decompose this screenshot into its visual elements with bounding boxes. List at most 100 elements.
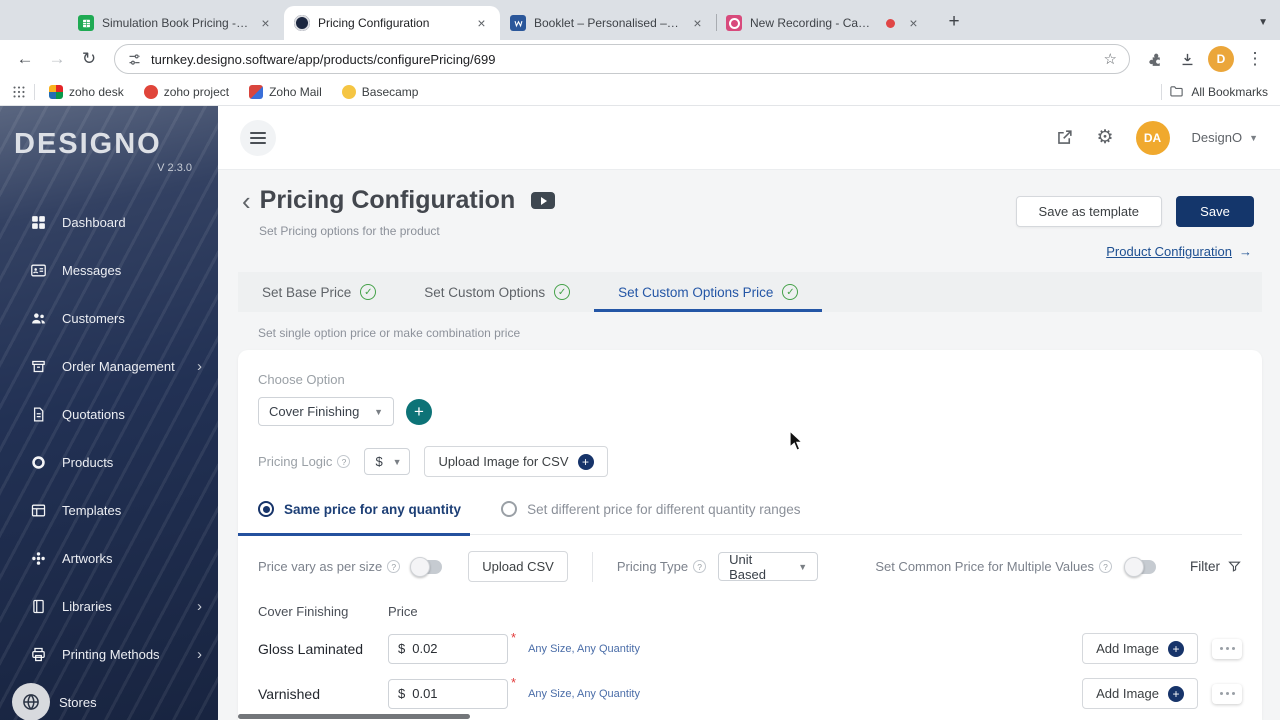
apps-grid-icon[interactable] [12,85,26,99]
add-option-button[interactable]: + [406,399,432,425]
order-management-icon [30,358,47,375]
close-icon[interactable]: × [689,15,706,32]
sidebar-item-label: Products [62,455,113,470]
info-icon[interactable]: ? [337,455,350,468]
info-icon[interactable]: ? [387,560,400,573]
price-input[interactable]: $ [388,634,508,664]
open-in-new-icon[interactable] [1055,128,1074,147]
sidebar-item-printing-methods[interactable]: Printing Methods › [0,630,218,678]
back-button[interactable]: ← [10,44,40,74]
table-row: Gloss Laminated $ * Any Size, Any Quanti… [258,633,1242,664]
currency-prefix: $ [398,641,405,656]
sidebar-item-order-management[interactable]: Order Management › [0,342,218,390]
extensions-icon[interactable] [1140,44,1170,74]
pricing-steps-tabs: Set Base Price ✓ Set Custom Options ✓ Se… [238,272,1262,312]
bookmark-label: zoho desk [69,85,124,99]
sidebar-item-label: Artworks [62,551,113,566]
browser-tab-pricing-configuration[interactable]: Pricing Configuration × [284,6,500,40]
browser-tab-camera[interactable]: New Recording - Camera × [716,6,932,40]
currency-select-value: $ [375,454,382,469]
browser-tab-booklet[interactable]: Booklet – Personalised – Wor × [500,6,716,40]
horizontal-scrollbar-thumb[interactable] [238,714,470,719]
tutorial-video-icon[interactable] [531,192,555,209]
more-options-button[interactable] [1212,684,1242,704]
folder-icon [1169,84,1184,99]
sidebar-item-dashboard[interactable]: Dashboard [0,198,218,246]
common-price-toggle[interactable] [1126,560,1156,574]
chevron-right-icon: › [197,598,202,615]
close-icon[interactable]: × [905,15,922,32]
sidebar-item-templates[interactable]: Templates [0,486,218,534]
workspace-switcher[interactable]: DesignO ▼ [1192,130,1259,145]
sidebar-item-libraries[interactable]: Libraries › [0,582,218,630]
sidebar-item-artworks[interactable]: Artworks [0,534,218,582]
bookmark-zoho-desk[interactable]: zoho desk [43,85,130,99]
app-top-bar: ⚙ DA DesignO ▼ [218,106,1280,170]
currency-select[interactable]: $ ▼ [364,448,410,475]
sidebar: DESIGNO V 2.3.0 Dashboard Messages Custo… [0,106,218,720]
new-tab-button[interactable]: + [940,8,968,36]
bookmark-zoho-mail[interactable]: Zoho Mail [243,85,328,99]
settings-gear-icon[interactable]: ⚙ [1096,128,1113,147]
download-icon[interactable] [1172,44,1202,74]
word-icon [510,15,526,31]
chevron-down-icon[interactable]: ▼ [1258,17,1268,28]
option-select[interactable]: Cover Finishing ▼ [258,397,394,426]
info-icon[interactable]: ? [1099,560,1112,573]
zoho-mail-icon [249,85,263,99]
required-marker: * [511,675,516,690]
price-value-input[interactable] [412,641,498,656]
upload-csv-button[interactable]: Upload CSV [468,551,568,582]
dashboard-icon [30,214,47,231]
sidebar-item-quotations[interactable]: Quotations [0,390,218,438]
filter-button[interactable]: Filter [1190,559,1242,574]
column-header: Cover Finishing [258,604,388,619]
sheets-icon [78,15,94,31]
bookmark-label: Zoho Mail [269,85,322,99]
price-input[interactable]: $ [388,679,508,709]
more-options-button[interactable] [1212,639,1242,659]
product-configuration-link[interactable]: Product Configuration → [1106,244,1252,259]
tune-icon[interactable] [127,52,142,67]
save-as-template-button[interactable]: Save as template [1016,196,1162,227]
chat-widget-button[interactable] [12,683,50,720]
save-button[interactable]: Save [1176,196,1254,227]
button-label: Upload Image for CSV [438,454,568,469]
browser-profile-avatar[interactable]: D [1208,46,1234,72]
sidebar-item-customers[interactable]: Customers [0,294,218,342]
add-image-button[interactable]: Add Image + [1082,633,1198,664]
radio-same-price[interactable]: Same price for any quantity [258,501,461,517]
reload-button[interactable]: ↻ [74,44,104,74]
tab-set-base-price[interactable]: Set Base Price ✓ [238,272,400,312]
back-chevron-button[interactable]: ‹ [242,188,251,214]
address-bar[interactable]: turnkey.designo.software/app/products/co… [114,44,1130,74]
user-avatar[interactable]: DA [1136,121,1170,155]
active-tab-indicator [238,533,470,536]
tab-set-custom-options-price[interactable]: Set Custom Options Price ✓ [594,272,822,312]
radio-selected-icon [258,501,274,517]
sidebar-item-products[interactable]: Products [0,438,218,486]
upload-image-for-csv-button[interactable]: Upload Image for CSV + [424,446,607,477]
tab-set-custom-options[interactable]: Set Custom Options ✓ [400,272,594,312]
bookmark-label: Basecamp [362,85,419,99]
radio-different-price[interactable]: Set different price for different quanti… [501,501,800,517]
bookmark-zoho-project[interactable]: zoho project [138,85,235,99]
sidebar-item-stores[interactable]: Stores [0,678,218,720]
close-icon[interactable]: × [257,15,274,32]
info-icon[interactable]: ? [693,560,706,573]
close-icon[interactable]: × [473,15,490,32]
required-marker: * [511,630,516,645]
messages-icon [30,262,47,279]
sidebar-item-messages[interactable]: Messages [0,246,218,294]
forward-button[interactable]: → [42,44,72,74]
pricing-type-select[interactable]: Unit Based ▼ [718,552,818,581]
add-image-button[interactable]: Add Image + [1082,678,1198,709]
all-bookmarks-button[interactable]: All Bookmarks [1191,85,1268,99]
bookmark-star-icon[interactable]: ☆ [1104,50,1117,68]
hamburger-menu-button[interactable] [240,120,276,156]
browser-tab-sheets[interactable]: Simulation Book Pricing - 1.x × [68,6,284,40]
bookmark-basecamp[interactable]: Basecamp [336,85,425,99]
price-vary-toggle[interactable] [412,560,442,574]
price-value-input[interactable] [412,686,498,701]
kebab-menu-icon[interactable]: ⋮ [1240,44,1270,74]
